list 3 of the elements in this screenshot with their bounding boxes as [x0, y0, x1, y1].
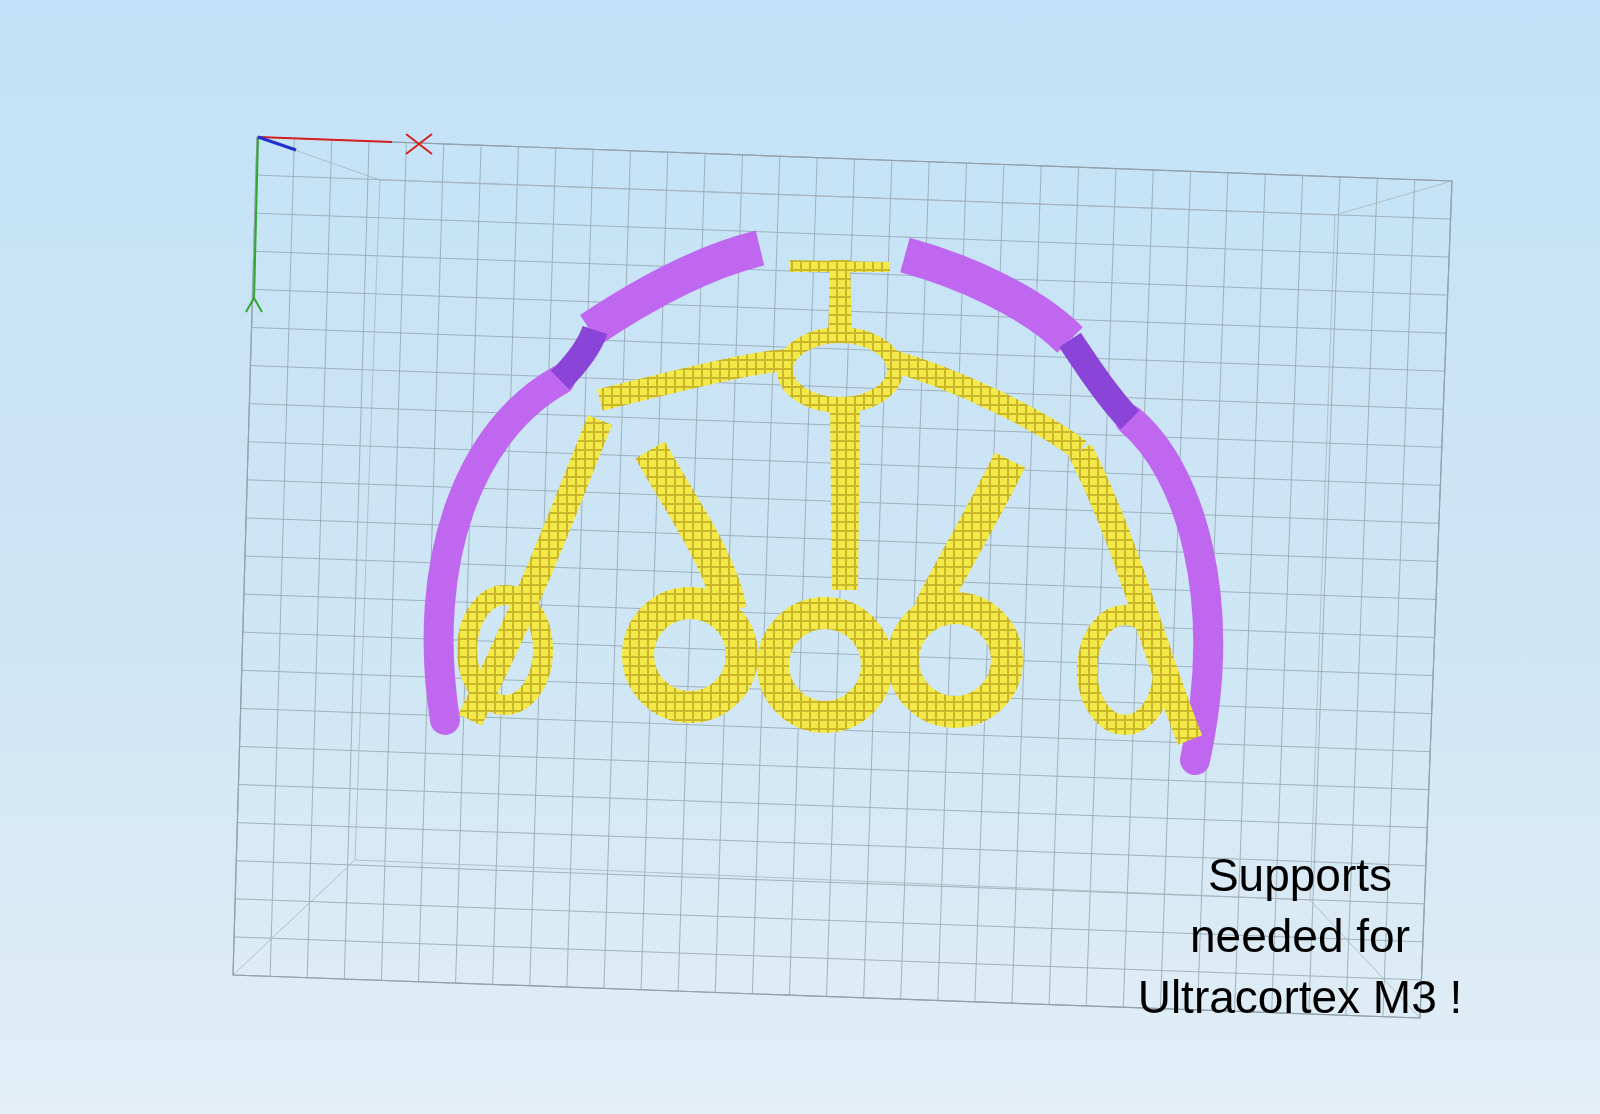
- 3d-viewport[interactable]: Supports needed for Ultracortex M3 !: [0, 0, 1600, 1114]
- annotation-text: Supports needed for Ultracortex M3 !: [1136, 848, 1464, 1025]
- axis-gizmo-icon: [245, 133, 433, 313]
